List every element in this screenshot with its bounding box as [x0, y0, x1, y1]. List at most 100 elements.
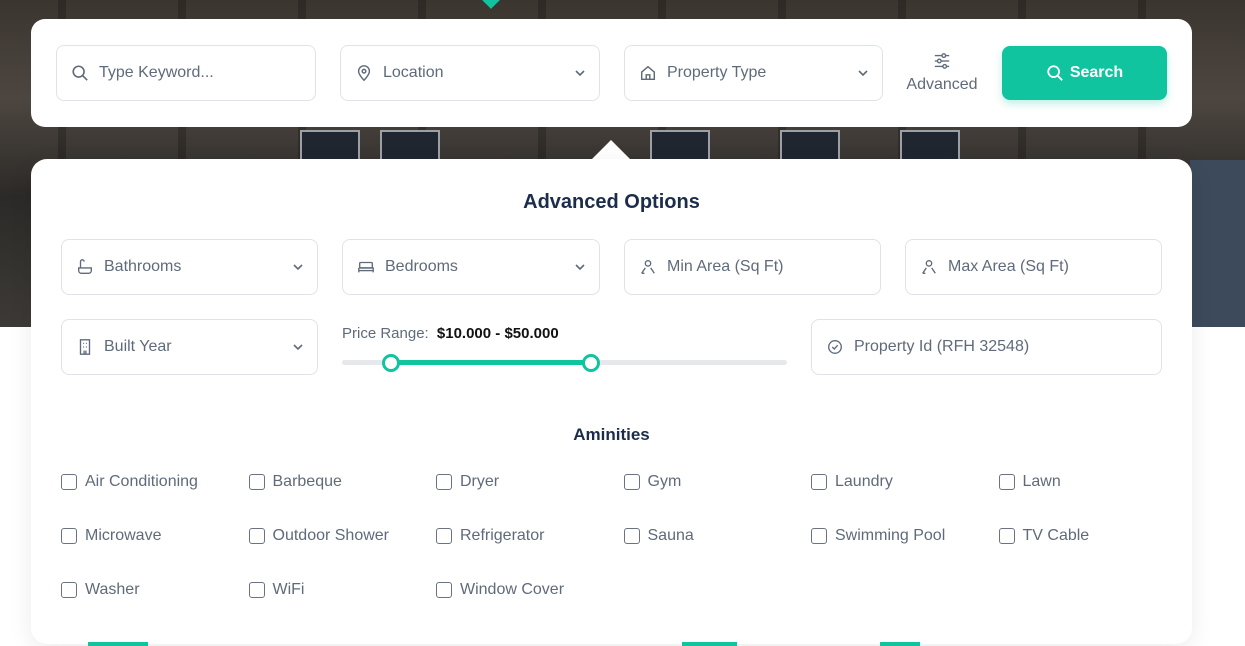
checkbox-icon[interactable]	[436, 528, 452, 544]
max-area-field[interactable]	[905, 239, 1162, 295]
property-type-select[interactable]: Property Type	[624, 45, 883, 101]
chevron-down-icon	[291, 260, 305, 274]
amenity-checkbox[interactable]: Lawn	[998, 471, 1187, 493]
amenity-label: Dryer	[460, 473, 500, 490]
slider-min-handle[interactable]	[381, 354, 400, 372]
price-range-slider[interactable]	[342, 354, 787, 372]
amenity-checkbox[interactable]: Laundry	[811, 471, 999, 493]
amenity-checkbox[interactable]: Window Cover	[436, 579, 624, 601]
background-content	[88, 642, 148, 646]
checkbox-icon[interactable]	[811, 528, 827, 544]
property-id-input[interactable]	[854, 338, 1114, 356]
amenities-title: Aminities	[573, 425, 650, 444]
checkbox-icon[interactable]	[436, 582, 452, 598]
amenity-label: Lawn	[1022, 473, 1061, 490]
map-pin-icon	[355, 64, 373, 82]
amenity-label: Window Cover	[460, 581, 565, 598]
amenity-label: Laundry	[835, 473, 893, 490]
amenity-label: Washer	[85, 581, 140, 598]
checkbox-icon[interactable]	[998, 474, 1015, 490]
slider-max-handle[interactable]	[582, 354, 601, 372]
bathrooms-label: Bathrooms	[104, 258, 182, 275]
slider-fill	[390, 360, 592, 365]
bathtub-icon	[76, 258, 94, 276]
amenity-label: Barbeque	[272, 473, 342, 490]
search-icon	[71, 64, 89, 82]
max-area-input[interactable]	[948, 258, 1138, 276]
min-area-input[interactable]	[667, 258, 857, 276]
amenity-checkbox[interactable]: Swimming Pool	[811, 525, 999, 547]
area-icon	[639, 258, 657, 276]
panel-title: Advanced Options	[523, 191, 700, 213]
amenity-checkbox[interactable]: Air Conditioning	[61, 471, 249, 493]
built-year-label: Built Year	[104, 338, 172, 355]
building-icon	[76, 338, 94, 356]
amenity-label: Swimming Pool	[835, 527, 946, 544]
chevron-down-icon	[856, 66, 870, 80]
amenity-label: Microwave	[85, 527, 162, 544]
price-range-value: $10.000 - $50.000	[436, 325, 559, 342]
property-id-field[interactable]	[811, 319, 1162, 375]
checkbox-icon[interactable]	[623, 528, 640, 544]
background-content	[880, 642, 920, 646]
price-range: Price Range: $10.000 - $50.000	[342, 325, 559, 342]
amenity-label: Air Conditioning	[85, 473, 198, 490]
amenity-checkbox[interactable]: WiFi	[248, 579, 437, 601]
location-select[interactable]: Location	[340, 45, 600, 101]
checkbox-icon[interactable]	[248, 582, 265, 598]
min-area-field[interactable]	[624, 239, 881, 295]
amenity-label: TV Cable	[1022, 527, 1090, 544]
amenity-checkbox[interactable]: Microwave	[61, 525, 249, 547]
built-year-select[interactable]: Built Year	[61, 319, 318, 375]
amenity-checkbox[interactable]: TV Cable	[998, 525, 1187, 547]
hero-marker	[481, 0, 501, 9]
keyword-input[interactable]	[99, 64, 289, 82]
amenity-checkbox[interactable]: Outdoor Shower	[248, 525, 437, 547]
amenity-label: Sauna	[647, 527, 694, 544]
checkbox-icon[interactable]	[998, 528, 1015, 544]
amenities-grid: Air Conditioning Barbeque Dryer Gym Laundry L…	[61, 471, 1186, 601]
amenity-label: Refrigerator	[460, 527, 545, 544]
advanced-label: Advanced	[906, 76, 978, 93]
property-type-label: Property Type	[667, 64, 767, 81]
amenity-checkbox[interactable]: Refrigerator	[436, 525, 624, 547]
search-button-label: Search	[1069, 64, 1124, 81]
panel-pointer	[591, 140, 631, 160]
home-icon	[639, 64, 657, 82]
chevron-down-icon	[291, 340, 305, 354]
amenity-checkbox[interactable]: Dryer	[436, 471, 624, 493]
badge-check-icon	[826, 338, 844, 356]
amenity-checkbox[interactable]: Barbeque	[248, 471, 437, 493]
chevron-down-icon	[573, 260, 587, 274]
bed-icon	[357, 258, 375, 276]
checkbox-icon[interactable]	[61, 474, 77, 490]
advanced-options-panel: Advanced Options Bathrooms Bedrooms Min …	[31, 159, 1192, 644]
bedrooms-label: Bedrooms	[385, 258, 458, 275]
checkbox-icon[interactable]	[248, 474, 265, 490]
area-icon	[920, 258, 938, 276]
amenity-label: Gym	[647, 473, 682, 490]
amenity-checkbox[interactable]: Washer	[61, 579, 249, 601]
sliders-icon	[934, 53, 950, 69]
checkbox-icon[interactable]	[811, 474, 827, 490]
background-content	[682, 642, 737, 646]
checkbox-icon[interactable]	[436, 474, 452, 490]
bathrooms-select[interactable]: Bathrooms	[61, 239, 318, 295]
amenity-checkbox[interactable]: Sauna	[623, 525, 812, 547]
location-label: Location	[383, 64, 444, 81]
search-bar: Location Property Type Advanced Search	[31, 19, 1192, 127]
search-button[interactable]: Search	[1002, 46, 1167, 100]
chevron-down-icon	[573, 66, 587, 80]
keyword-field[interactable]	[56, 45, 316, 101]
amenity-label: WiFi	[272, 581, 305, 598]
checkbox-icon[interactable]	[61, 582, 77, 598]
search-icon	[1047, 65, 1063, 81]
bedrooms-select[interactable]: Bedrooms	[342, 239, 600, 295]
amenity-checkbox[interactable]: Gym	[623, 471, 812, 493]
checkbox-icon[interactable]	[61, 528, 77, 544]
price-range-label: Price Range:	[342, 325, 429, 342]
advanced-toggle[interactable]: Advanced	[906, 47, 978, 99]
checkbox-icon[interactable]	[623, 474, 640, 490]
amenity-label: Outdoor Shower	[272, 527, 390, 544]
checkbox-icon[interactable]	[248, 528, 265, 544]
